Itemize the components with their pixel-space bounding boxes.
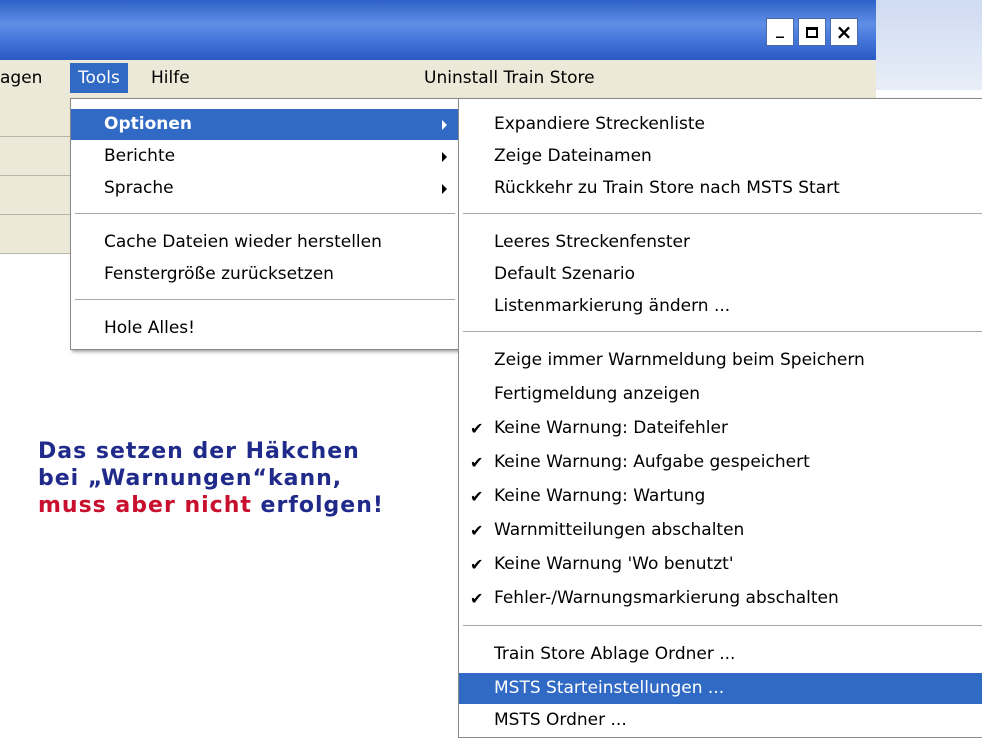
close-button[interactable]: × [830,18,858,46]
options-submenu: Expandiere Streckenliste Zeige Dateiname… [458,98,982,738]
menu-item-label: Fertigmeldung anzeigen [494,384,701,404]
option-msts-folder[interactable]: MSTS Ordner ... [459,705,982,736]
option-no-warning-task-saved[interactable]: ✔ Keine Warnung: Aufgabe gespeichert [459,447,982,478]
menu-item-label: Optionen [104,114,192,134]
checkmark-icon: ✔ [470,487,484,506]
option-storage-folder[interactable]: Train Store Ablage Ordner ... [459,639,982,670]
minimize-icon: _ [776,18,784,38]
close-icon: × [835,20,853,44]
menu-item-label: Listenmarkierung ändern ... [494,296,731,316]
toolbar-strip [0,98,72,137]
annotation-line-1: Das setzen der Häkchen [38,439,360,464]
menu-item-label: Zeige Dateinamen [494,146,652,166]
checkmark-icon: ✔ [470,453,484,472]
menu-separator [75,299,455,301]
maximize-button[interactable] [798,18,826,46]
submenu-arrow-icon [442,152,447,162]
annotation-line-3: muss aber nicht erfolgen! [38,492,458,519]
window-title-bar: _ × [0,0,876,60]
menu-item-label: Cache Dateien wieder herstellen [104,232,382,252]
annotation-line-3-rest: erfolgen! [251,493,384,518]
toolbar-strip [0,176,72,215]
checkmark-icon: ✔ [470,419,484,438]
menu-item-optionen[interactable]: Optionen [71,109,459,140]
submenu-arrow-icon [442,184,447,194]
toolbar-strip [0,137,72,176]
menu-item-label: Keine Warnung: Wartung [494,486,706,506]
menu-item-cache-restore[interactable]: Cache Dateien wieder herstellen [71,227,459,258]
menu-bar: agen Tools Hilfe Uninstall Train Store [0,60,876,99]
toolbar-strip [0,215,72,254]
menu-item-label: Leeres Streckenfenster [494,232,690,252]
menu-item-fragen[interactable]: agen [0,63,50,93]
menu-item-sprache[interactable]: Sprache [71,173,459,204]
menu-item-label: Berichte [104,146,176,166]
option-empty-track-window[interactable]: Leeres Streckenfenster [459,227,982,258]
menu-separator [463,625,982,627]
menu-separator [463,213,982,215]
menu-item-get-all[interactable]: Hole Alles! [71,313,459,344]
maximize-icon [806,26,818,38]
menu-item-label: Keine Warnung: Aufgabe gespeichert [494,452,810,472]
option-show-filenames[interactable]: Zeige Dateinamen [459,141,982,172]
checkmark-icon: ✔ [470,555,484,574]
checkmark-icon: ✔ [470,589,484,608]
menu-item-label: MSTS Starteinstellungen ... [494,678,725,698]
option-disable-error-marking[interactable]: ✔ Fehler-/Warnungsmarkierung abschalten [459,583,982,614]
menu-item-uninstall[interactable]: Uninstall Train Store [416,63,603,93]
menu-item-label: Train Store Ablage Ordner ... [494,644,736,664]
menu-item-label: Sprache [104,178,174,198]
menu-item-label: Expandiere Streckenliste [494,114,706,134]
menu-item-label: Hole Alles! [104,318,195,338]
annotation-emphasis: muss aber nicht [38,493,252,518]
option-msts-start-settings[interactable]: MSTS Starteinstellungen ... [459,673,982,704]
submenu-arrow-icon [442,120,447,130]
checkmark-icon: ✔ [470,521,484,540]
annotation-line-2: bei „Warnungen“kann, [38,466,343,491]
menu-item-label: Warnmitteilungen abschalten [494,520,745,540]
desktop-background [876,0,982,90]
menu-item-berichte[interactable]: Berichte [71,141,459,172]
option-disable-warning-messages[interactable]: ✔ Warnmitteilungen abschalten [459,515,982,546]
menu-item-label: Keine Warnung 'Wo benutzt' [494,554,734,574]
option-return-after-msts-start[interactable]: Rückkehr zu Train Store nach MSTS Start [459,173,982,204]
menu-item-label: Rückkehr zu Train Store nach MSTS Start [494,178,840,198]
minimize-button[interactable]: _ [766,18,794,46]
menu-separator [75,213,455,215]
menu-item-hilfe[interactable]: Hilfe [143,63,198,93]
option-always-warn-on-save[interactable]: Zeige immer Warnmeldung beim Speichern [459,345,982,376]
option-default-scenario[interactable]: Default Szenario [459,259,982,290]
menu-item-label: Keine Warnung: Dateifehler [494,418,728,438]
option-no-warning-maintenance[interactable]: ✔ Keine Warnung: Wartung [459,481,982,512]
menu-item-label: MSTS Ordner ... [494,710,627,730]
menu-item-label: Zeige immer Warnmeldung beim Speichern [494,350,865,370]
menu-item-label: Default Szenario [494,264,635,284]
annotation-note: Das setzen der Häkchen bei „Warnungen“ka… [38,438,458,519]
menu-separator [463,331,982,333]
option-no-warning-file-error[interactable]: ✔ Keine Warnung: Dateifehler [459,413,982,444]
menu-item-label: Fehler-/Warnungsmarkierung abschalten [494,588,839,608]
menu-item-reset-window-size[interactable]: Fenstergröße zurücksetzen [71,259,459,290]
menu-item-tools[interactable]: Tools [70,63,128,93]
option-show-completion[interactable]: Fertigmeldung anzeigen [459,379,982,410]
option-no-warning-where-used[interactable]: ✔ Keine Warnung 'Wo benutzt' [459,549,982,580]
option-expand-track-list[interactable]: Expandiere Streckenliste [459,109,982,140]
menu-item-label: Fenstergröße zurücksetzen [104,264,334,284]
option-change-list-marker[interactable]: Listenmarkierung ändern ... [459,291,982,322]
tools-menu: Optionen Berichte Sprache Cache Dateien … [70,98,460,350]
